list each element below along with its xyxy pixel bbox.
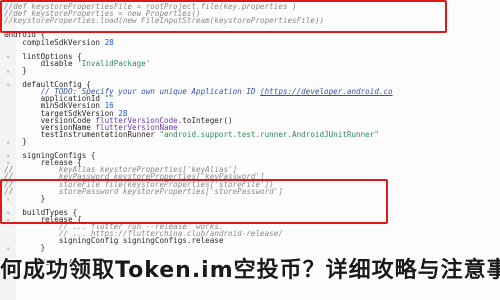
highlight-box-keystore [0, 0, 447, 33]
fold-marker-icon[interactable]: ▴ [6, 243, 10, 253]
fold-marker-icon[interactable]: ▴ [6, 66, 10, 76]
overlay-caption: 何成功领取Token.im空投币？详细攻略与注意事 [0, 258, 500, 283]
code-line: compileSdkVersion 28 [4, 37, 114, 47]
highlight-box-signing [0, 179, 388, 224]
code-editor[interactable]: //def keystorePropertiesFile = rootProje… [0, 0, 500, 300]
code-line: testInstrumentationRunner "android.suppo… [4, 129, 379, 139]
fold-marker-icon[interactable]: ▴ [6, 137, 10, 147]
